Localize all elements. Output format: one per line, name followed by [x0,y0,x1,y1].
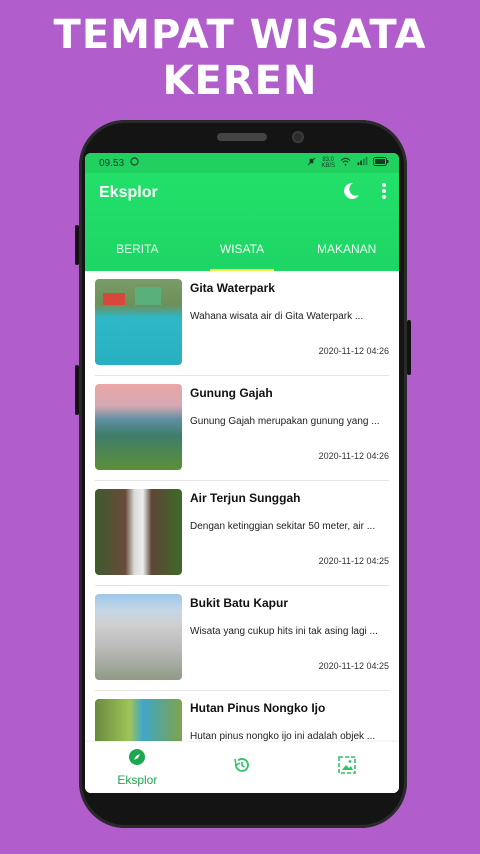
item-description: Dengan ketinggian sekitar 50 meter, air … [190,521,376,532]
status-bar: 09.53 83,0 KB/S [85,153,399,173]
battery-icon [373,157,389,169]
tab-bar: BERITA WISATA MAKANAN [85,229,399,271]
item-description: Wahana wisata air di Gita Waterpark ... [190,311,364,322]
nav-explore-label: Eksplor [117,773,158,787]
item-thumbnail [95,594,182,680]
item-title: Air Terjun Sunggah [190,491,301,505]
wifi-icon [340,157,351,169]
status-time: 09.53 [99,157,125,169]
nav-explore[interactable]: Eksplor [85,742,190,793]
more-options-icon[interactable] [381,182,387,205]
list-item[interactable]: Gunung Gajah Gunung Gajah merupakan gunu… [95,376,389,481]
compass-icon [128,748,146,771]
app-screen: 09.53 83,0 KB/S Eksplor BERITA WISATA MA… [85,153,399,793]
destination-list: Gita Waterpark Wahana wisata air di Gita… [85,271,399,741]
item-thumbnail [95,384,182,470]
phone-power-button [407,320,411,375]
item-thumbnail [95,489,182,575]
phone-side-button [75,365,79,415]
app-bar: Eksplor BERITA WISATA MAKANAN [85,173,399,271]
item-title: Gunung Gajah [190,386,273,400]
item-date: 2020-11-12 04:25 [318,661,389,671]
phone-speaker [217,133,267,141]
history-icon [232,755,252,780]
night-mode-icon[interactable] [341,181,361,206]
list-item[interactable]: Air Terjun Sunggah Dengan ketinggian sek… [95,481,389,586]
bottom-navigation: Eksplor [85,742,399,793]
phone-volume-button [75,225,79,265]
tab-berita[interactable]: BERITA [85,229,190,271]
nav-gallery[interactable] [294,742,399,793]
network-speed: 83,0 KB/S [321,157,335,169]
mute-icon [307,157,316,169]
gallery-icon [337,755,357,780]
signal-icon [356,157,368,169]
phone-camera [292,131,304,143]
item-thumbnail [95,279,182,365]
promo-headline: TEMPAT WISATA KEREN [0,12,480,104]
promo-line-2: KEREN [162,58,318,104]
list-item[interactable]: Bukit Batu Kapur Wisata yang cukup hits … [95,586,389,691]
tab-makanan[interactable]: MAKANAN [294,229,399,271]
phone-frame: 09.53 83,0 KB/S Eksplor BERITA WISATA MA… [75,120,411,828]
list-item[interactable]: Gita Waterpark Wahana wisata air di Gita… [95,271,389,376]
item-description: Wisata yang cukup hits ini tak asing lag… [190,626,378,637]
tab-wisata[interactable]: WISATA [190,229,295,271]
item-thumbnail [95,699,182,741]
list-item[interactable]: Hutan Pinus Nongko Ijo Hutan pinus nongk… [95,691,389,741]
item-date: 2020-11-12 04:26 [318,451,389,461]
whatsapp-icon [130,157,139,169]
item-title: Bukit Batu Kapur [190,596,289,610]
item-title: Hutan Pinus Nongko Ijo [190,701,326,715]
item-description: Hutan pinus nongko ijo ini adalah objek … [190,731,376,741]
promo-line-1: TEMPAT WISATA [53,12,427,58]
page-title: Eksplor [99,184,158,201]
item-date: 2020-11-12 04:25 [318,556,389,566]
item-title: Gita Waterpark [190,281,275,295]
item-description: Gunung Gajah merupakan gunung yang ... [190,416,380,427]
nav-history[interactable] [190,742,295,793]
item-date: 2020-11-12 04:26 [318,346,389,356]
